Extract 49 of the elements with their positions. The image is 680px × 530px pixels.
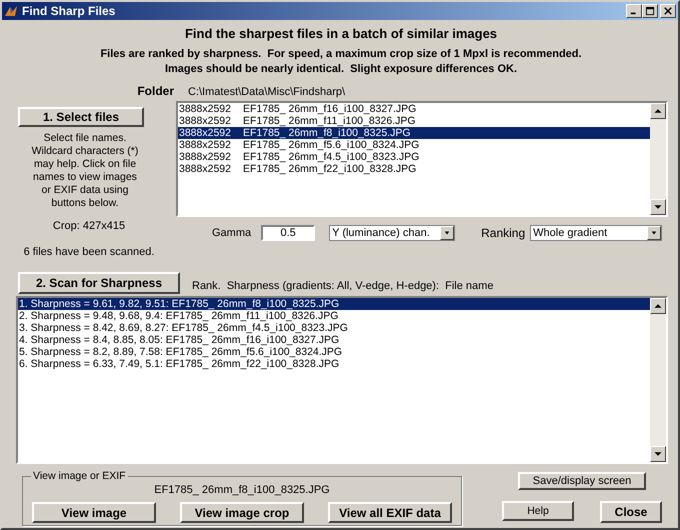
scroll-up-icon[interactable] <box>650 103 666 119</box>
view-button[interactable]: View image crop <box>180 502 304 523</box>
channel-dropdown[interactable]: Y (luminance) chan. <box>329 225 456 241</box>
selected-file-name: EF1785_ 26mm_f8_i100_8325.JPG <box>154 484 330 496</box>
scrollbar[interactable] <box>650 298 666 462</box>
file-list-item[interactable]: 3888x2592 EF1785_ 26mm_f11_i100_8326.JPG <box>178 115 650 127</box>
results-list-item[interactable]: 5. Sharpness = 8.2, 8.89, 7.58: EF1785_ 26mm_f5.6_i100_8324.JPG <box>18 346 650 358</box>
close-button[interactable] <box>660 4 676 18</box>
file-list-item[interactable]: 3888x2592 EF1785_ 26mm_f5.6_i100_8324.JPG <box>178 139 650 151</box>
file-list-item[interactable]: 3888x2592 EF1785_ 26mm_f8_i100_8325.JPG <box>178 127 650 139</box>
results-list-item[interactable]: 2. Sharpness = 9.48, 9.68, 9.4: EF1785_ 26mm_f11_i100_8326.JPG <box>18 310 650 322</box>
select-files-button[interactable]: 1. Select files <box>18 107 144 127</box>
results-header: Rank. Sharpness (gradients: All, V-edge, H-edge): File name <box>192 280 494 292</box>
file-list-item[interactable]: 3888x2592 EF1785_ 26mm_f22_i100_8328.JPG <box>178 163 650 175</box>
maximize-button[interactable] <box>642 4 658 18</box>
maximize-icon <box>646 6 654 16</box>
crop-text: Crop: 427x415 <box>52 220 126 232</box>
ranking-dropdown[interactable]: Whole gradient <box>530 225 662 241</box>
ranking-label: Ranking <box>481 226 526 240</box>
view-button[interactable]: View all EXIF data <box>328 502 452 523</box>
scroll-down-icon[interactable] <box>650 199 666 215</box>
window-title: Find Sharp Files <box>22 4 116 18</box>
results-list-item[interactable]: 1. Sharpness = 9.61, 9.82, 9.51: EF1785_ 26mm_f8_i100_8325.JPG <box>18 298 650 310</box>
file-list-item[interactable]: 3888x2592 EF1785_ 26mm_f4.5_i100_8323.JPG <box>178 151 650 163</box>
status-text: 6 files have been scanned. <box>24 246 154 258</box>
scroll-up-icon[interactable] <box>650 298 666 314</box>
scrollbar[interactable] <box>650 103 666 215</box>
view-button[interactable]: View image <box>32 502 156 523</box>
results-list-item[interactable]: 6. Sharpness = 6.33, 7.49, 5.1: EF1785_ 26mm_f22_i100_8328.JPG <box>18 358 650 370</box>
file-list-item[interactable]: 3888x2592 EF1785_ 26mm_f16_i100_8327.JPG <box>178 103 650 115</box>
scroll-down-icon[interactable] <box>650 446 666 462</box>
group-title: View image or EXIF <box>31 470 128 482</box>
gamma-label: Gamma <box>212 227 252 239</box>
results-list-item[interactable]: 4. Sharpness = 8.4, 8.85, 8.05: EF1785_ 26mm_f16_i100_8327.JPG <box>18 334 650 346</box>
help-button[interactable]: Help <box>502 501 574 521</box>
folder-label: Folder <box>136 84 174 98</box>
minimize-button[interactable] <box>626 4 642 18</box>
save-display-button[interactable]: Save/display screen <box>518 472 646 490</box>
intro-text: Images should be nearly identical. Slight exposure differences OK. <box>164 62 518 77</box>
gamma-input[interactable]: 0.5 <box>261 225 316 241</box>
app-icon <box>4 4 18 18</box>
intro-text: Files are ranked by sharpness. For speed, a maximum crop size of 1 Mpxl is recommended. <box>99 47 583 62</box>
close-icon <box>664 7 672 15</box>
folder-path: C:\Imatest\Data\Misc\Findsharp\ <box>188 86 346 98</box>
results-list-item[interactable]: 3. Sharpness = 8.42, 8.69, 8.27: EF1785_ 26mm_f4.5_i100_8323.JPG <box>18 322 650 334</box>
scan-button[interactable]: 2. Scan for Sharpness <box>18 272 180 294</box>
close-dialog-button[interactable]: Close <box>600 501 662 523</box>
help-text: Select file names. Wildcard characters (*) may help. Click on file names to view images or EXIF data using buttons below. <box>30 132 140 210</box>
heading: Find the sharpest files in a batch of similar images <box>184 26 498 41</box>
